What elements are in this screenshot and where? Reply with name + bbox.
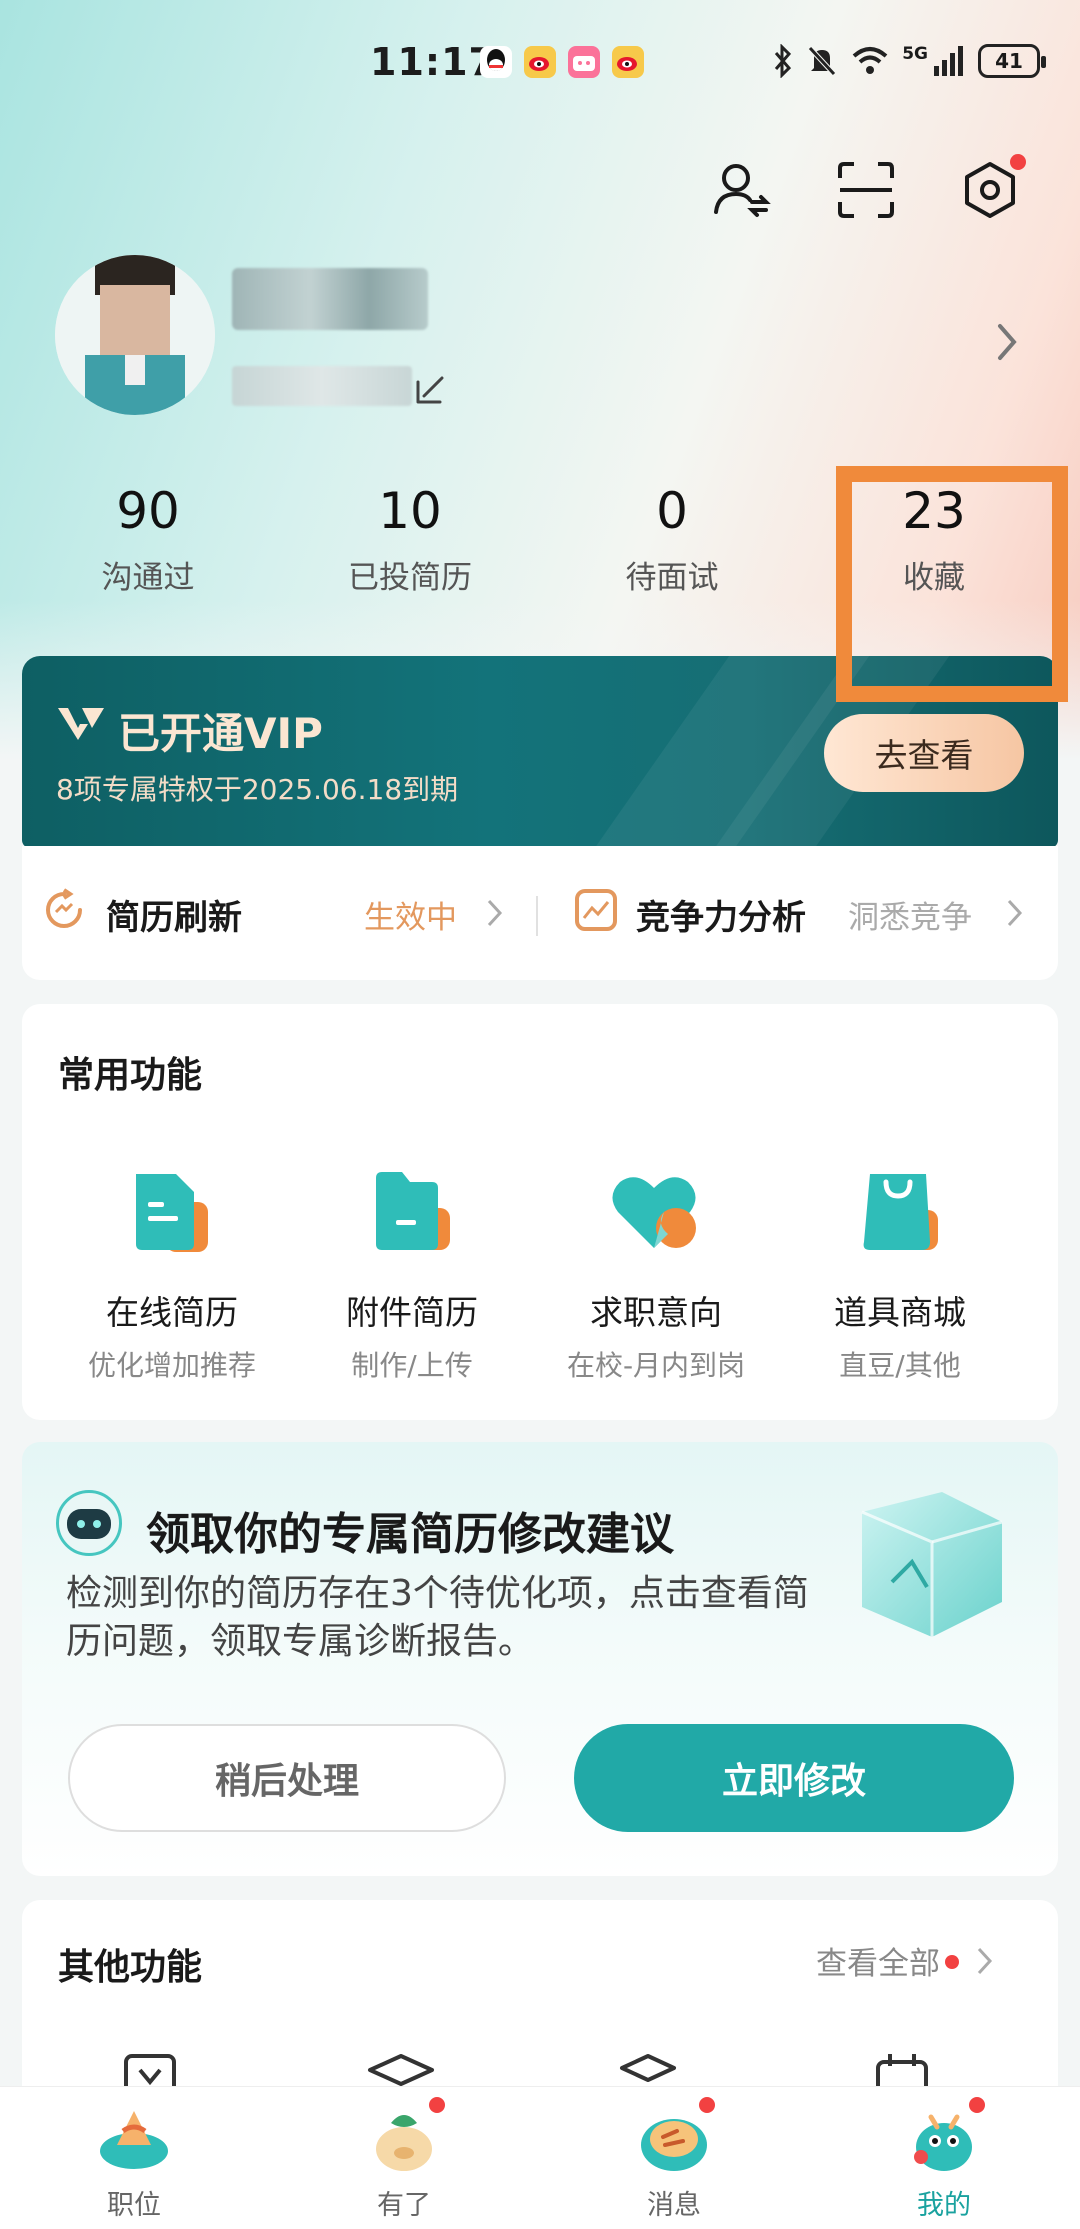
status-bar: 11:17 5G 41 bbox=[0, 38, 1080, 88]
messages-icon bbox=[637, 2097, 715, 2175]
stat-contacted[interactable]: 90 沟通过 bbox=[38, 480, 258, 597]
me-dragon-icon bbox=[907, 2097, 985, 2175]
nav-jobs[interactable]: 职位 bbox=[34, 2101, 234, 2222]
robot-assistant-icon bbox=[56, 1490, 122, 1556]
bottom-navigation: 职位 有了 消息 我的 bbox=[0, 2086, 1080, 2229]
competitiveness-title[interactable]: 竞争力分析 bbox=[636, 890, 806, 939]
common-functions-card: 常用功能 在线简历 优化增加推荐 附件简历 制作/上传 求职意向 在校-月内到岗… bbox=[22, 1004, 1058, 1420]
scan-icon[interactable] bbox=[836, 160, 896, 220]
nav-youle[interactable]: 有了 bbox=[304, 2097, 504, 2222]
item-mall-item[interactable]: 道具商城 直豆/其他 bbox=[780, 1164, 1020, 1384]
wifi-icon bbox=[852, 47, 888, 74]
nav-label: 职位 bbox=[107, 2190, 161, 2221]
switch-identity-icon[interactable] bbox=[712, 160, 772, 220]
section-title: 其他功能 bbox=[58, 1947, 203, 1988]
vip-subtitle: 8项专属特权于2025.06.18到期 bbox=[56, 773, 459, 806]
status-time: 11:17 bbox=[370, 40, 496, 84]
edit-icon[interactable] bbox=[412, 372, 448, 408]
later-button[interactable]: 稍后处理 bbox=[68, 1724, 506, 1832]
stat-label: 待面试 bbox=[625, 560, 719, 596]
signal-icon bbox=[934, 46, 963, 76]
func-subtitle: 制作/上传 bbox=[351, 1349, 473, 1382]
competitiveness-status[interactable]: 洞悉竞争 bbox=[848, 892, 972, 937]
analysis-chart-icon bbox=[575, 889, 617, 931]
user-name-blurred bbox=[232, 268, 428, 330]
chevron-right-icon[interactable] bbox=[486, 898, 504, 928]
vip-view-button[interactable]: 去查看 bbox=[824, 714, 1024, 792]
refresh-icon bbox=[46, 888, 82, 928]
nav-label: 有了 bbox=[377, 2190, 431, 2221]
stat-applied[interactable]: 10 已投简历 bbox=[300, 480, 520, 597]
view-all-badge bbox=[945, 1955, 959, 1969]
quick-tools-row: 简历刷新 生效中 竞争力分析 洞悉竞争 bbox=[22, 846, 1058, 980]
func-title: 在线简历 bbox=[106, 1293, 238, 1332]
weibo-icon bbox=[524, 46, 556, 78]
notification-badge bbox=[969, 2097, 985, 2113]
advice-description: 检测到你的简历存在3个待优化项，点击查看简历问题，领取专属诊断报告。 bbox=[66, 1573, 809, 1662]
avatar[interactable] bbox=[55, 255, 215, 415]
highlight-box bbox=[836, 466, 1068, 702]
divider bbox=[536, 896, 538, 936]
jobs-icon bbox=[97, 2101, 171, 2175]
stat-value: 0 bbox=[656, 482, 688, 540]
settings-icon[interactable] bbox=[960, 154, 1026, 220]
func-subtitle: 直豆/其他 bbox=[839, 1349, 961, 1382]
chevron-right-icon[interactable] bbox=[976, 1946, 994, 1976]
advice-title: 领取你的专属简历修改建议 bbox=[146, 1509, 674, 1560]
modify-now-button[interactable]: 立即修改 bbox=[574, 1724, 1014, 1832]
vip-title: 已开通VIP bbox=[118, 709, 323, 758]
lucky-bag-icon bbox=[367, 2097, 445, 2175]
online-resume-icon bbox=[122, 1164, 222, 1264]
settings-badge bbox=[1010, 154, 1026, 170]
func-subtitle: 优化增加推荐 bbox=[87, 1349, 256, 1382]
profile-chevron-icon[interactable] bbox=[996, 322, 1020, 362]
attachment-resume-item[interactable]: 附件简历 制作/上传 bbox=[292, 1164, 532, 1384]
network-type: 5G bbox=[902, 44, 928, 64]
stat-interviews[interactable]: 0 待面试 bbox=[562, 480, 782, 597]
mute-bell-icon bbox=[808, 46, 837, 76]
qq-icon bbox=[480, 46, 512, 78]
cube-illustration-icon bbox=[861, 1492, 1003, 1637]
notification-badge bbox=[429, 2097, 445, 2113]
func-subtitle: 在校-月内到岗 bbox=[566, 1349, 746, 1382]
nav-label: 我的 bbox=[917, 2190, 971, 2221]
section-title: 常用功能 bbox=[58, 1055, 203, 1096]
nav-me[interactable]: 我的 bbox=[844, 2097, 1044, 2222]
resume-refresh-title[interactable]: 简历刷新 bbox=[106, 890, 242, 939]
nav-label: 消息 bbox=[647, 2190, 701, 2221]
system-icons: 5G 41 bbox=[772, 44, 1046, 78]
bilibili-icon bbox=[568, 46, 600, 78]
bluetooth-icon bbox=[775, 44, 792, 78]
nav-messages[interactable]: 消息 bbox=[574, 2097, 774, 2222]
notification-badge bbox=[699, 2097, 715, 2113]
chevron-right-icon[interactable] bbox=[1006, 898, 1024, 928]
func-title: 道具商城 bbox=[834, 1293, 966, 1332]
attachment-resume-icon bbox=[362, 1164, 462, 1264]
user-info-blurred bbox=[232, 366, 412, 406]
func-title: 求职意向 bbox=[590, 1293, 722, 1332]
notification-icons bbox=[480, 46, 644, 78]
stat-label: 沟通过 bbox=[101, 560, 195, 596]
battery-indicator: 41 bbox=[978, 44, 1046, 78]
heart-icon bbox=[606, 1164, 706, 1264]
func-title: 附件简历 bbox=[346, 1293, 478, 1332]
refresh-status[interactable]: 生效中 bbox=[364, 892, 457, 937]
shopping-bag-icon bbox=[850, 1164, 950, 1264]
weibo-icon bbox=[612, 46, 644, 78]
vip-logo-icon bbox=[58, 708, 104, 740]
online-resume-item[interactable]: 在线简历 优化增加推荐 bbox=[52, 1164, 292, 1384]
view-all-link[interactable]: 查看全部 bbox=[816, 1938, 940, 1983]
stat-label: 已投简历 bbox=[348, 560, 472, 596]
resume-advice-card[interactable]: 领取你的专属简历修改建议 检测到你的简历存在3个待优化项，点击查看简历问题，领取… bbox=[22, 1442, 1058, 1876]
stat-value: 10 bbox=[378, 482, 442, 540]
stat-value: 90 bbox=[116, 482, 180, 540]
job-intention-item[interactable]: 求职意向 在校-月内到岗 bbox=[536, 1164, 776, 1384]
